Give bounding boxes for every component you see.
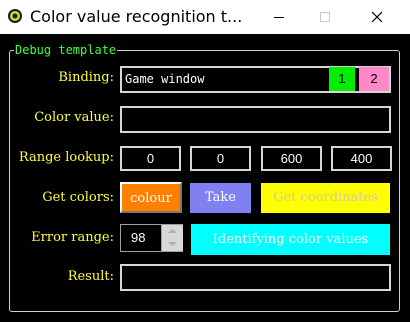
color-value-field[interactable] — [120, 106, 391, 133]
take-button[interactable]: Take — [190, 183, 251, 213]
minimize-icon — [274, 17, 284, 18]
spin-down-icon — [168, 242, 177, 246]
binding-button-2[interactable]: 2 — [359, 67, 389, 91]
binding-button-1[interactable]: 1 — [329, 67, 355, 91]
maximize-icon — [320, 12, 330, 22]
app-icon — [8, 9, 22, 23]
range-lookup-label: Range lookup: — [18, 150, 114, 165]
binding-label: Binding: — [58, 70, 114, 85]
title-bar[interactable]: Color value recognition t... — [0, 0, 410, 34]
range-x1-input[interactable]: 0 — [120, 146, 181, 171]
identify-color-button[interactable]: Identifying color values — [191, 224, 390, 255]
range-y1-input[interactable]: 0 — [190, 146, 251, 171]
minimize-button[interactable] — [256, 0, 302, 34]
error-range-value: 98 — [131, 230, 146, 245]
close-icon — [371, 11, 383, 23]
color-value-label: Color value: — [34, 110, 114, 125]
spin-up-button[interactable] — [161, 225, 183, 238]
spin-down-button[interactable] — [161, 238, 183, 251]
close-button[interactable] — [354, 0, 400, 34]
binding-value: Game window — [125, 72, 205, 86]
result-label: Result: — [67, 269, 114, 284]
get-coordinates-button[interactable]: Get coordinates — [261, 183, 390, 213]
error-range-spinbox[interactable]: 98 — [120, 224, 183, 252]
error-range-label: Error range: — [31, 230, 114, 245]
spin-up-icon — [168, 229, 177, 233]
range-x2-input[interactable]: 600 — [261, 146, 322, 171]
colour-button[interactable]: colour — [120, 182, 182, 213]
maximize-button — [302, 0, 348, 34]
get-colors-label: Get colors: — [42, 190, 114, 205]
group-title: Debug template — [14, 42, 118, 58]
range-y2-input[interactable]: 400 — [331, 146, 392, 171]
result-field[interactable] — [120, 264, 391, 291]
window-title: Color value recognition t... — [30, 7, 243, 26]
